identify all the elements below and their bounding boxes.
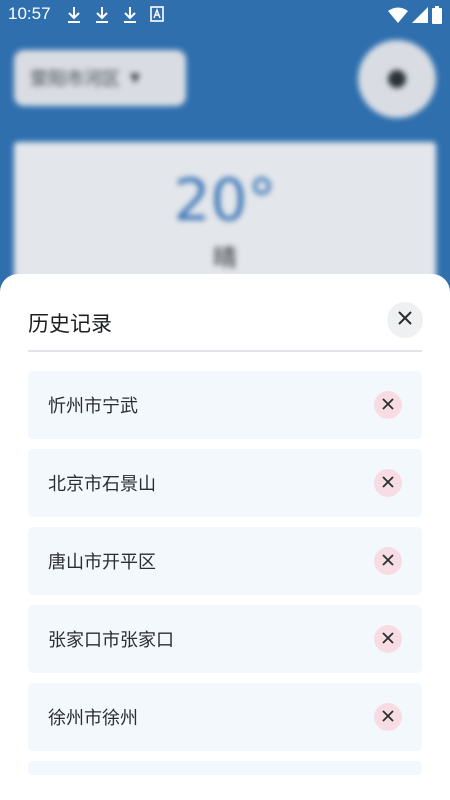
close-icon xyxy=(381,630,395,649)
close-icon xyxy=(381,552,395,571)
delete-button[interactable] xyxy=(374,703,402,731)
status-time: 10:57 xyxy=(8,4,51,23)
location-label: 荥阳市河区 xyxy=(30,69,120,90)
system-icons xyxy=(388,6,442,28)
history-item-label: 张家口市张家口 xyxy=(48,630,174,651)
action-button[interactable] xyxy=(358,40,436,118)
temperature: 20° xyxy=(173,166,277,234)
history-item[interactable]: 唐山市开平区 xyxy=(28,527,422,595)
dot-icon xyxy=(388,70,406,88)
delete-button[interactable] xyxy=(374,469,402,497)
weather-description: 晴 xyxy=(213,244,237,272)
screen: 荥阳市河区 ▼ 20° 晴 10:57 历史记录 忻州市宁武 北京市石景山 唐山… xyxy=(0,0,450,800)
sheet-title: 历史记录 xyxy=(28,312,112,336)
location-selector[interactable]: 荥阳市河区 ▼ xyxy=(14,50,186,106)
close-icon xyxy=(381,396,395,415)
history-item-partial[interactable] xyxy=(28,761,422,775)
wifi-icon xyxy=(388,7,408,27)
divider xyxy=(28,350,422,352)
download-icon xyxy=(66,6,84,24)
history-item-label: 忻州市宁武 xyxy=(48,396,138,417)
delete-button[interactable] xyxy=(374,391,402,419)
status-bar: 10:57 xyxy=(0,0,450,30)
history-item-label: 唐山市开平区 xyxy=(48,552,156,573)
caret-down-icon: ▼ xyxy=(130,70,140,86)
history-list: 忻州市宁武 北京市石景山 唐山市开平区 张家口市张家口 徐州市徐州 xyxy=(28,371,422,775)
download-icon xyxy=(122,6,140,24)
history-item[interactable]: 张家口市张家口 xyxy=(28,605,422,673)
delete-button[interactable] xyxy=(374,547,402,575)
history-item-label: 北京市石景山 xyxy=(48,474,156,495)
history-sheet: 历史记录 忻州市宁武 北京市石景山 唐山市开平区 张家口市张家口 徐州市徐州 xyxy=(0,274,450,800)
battery-icon xyxy=(432,6,442,28)
signal-icon xyxy=(412,7,428,27)
a-icon xyxy=(150,6,168,24)
close-icon xyxy=(381,474,395,493)
history-item[interactable]: 北京市石景山 xyxy=(28,449,422,517)
close-icon xyxy=(397,310,413,330)
delete-button[interactable] xyxy=(374,625,402,653)
download-icon xyxy=(94,6,112,24)
history-item[interactable]: 徐州市徐州 xyxy=(28,683,422,751)
close-button[interactable] xyxy=(387,302,423,338)
history-item-label: 徐州市徐州 xyxy=(48,708,138,729)
close-icon xyxy=(381,708,395,727)
history-item[interactable]: 忻州市宁武 xyxy=(28,371,422,439)
